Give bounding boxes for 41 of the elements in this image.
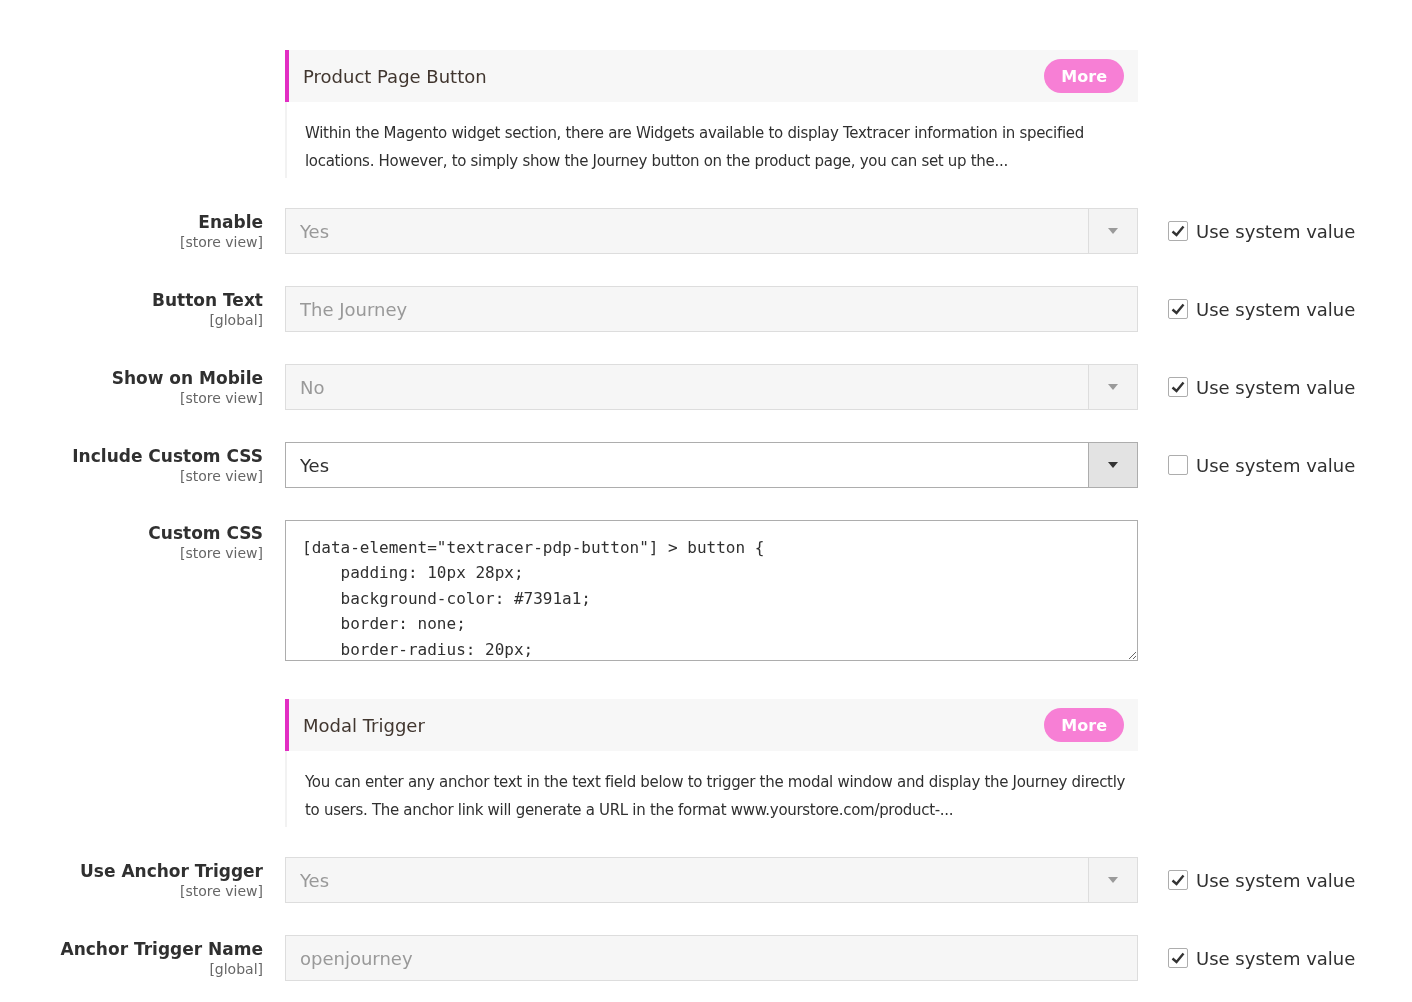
caret-icon (1108, 384, 1118, 390)
use-system-value-checkbox[interactable]: Use system value (1168, 454, 1356, 476)
field-label: Custom CSS (148, 522, 263, 544)
field-label: Anchor Trigger Name (60, 938, 263, 960)
caret-icon (1108, 228, 1118, 234)
field-label: Show on Mobile (111, 367, 263, 389)
scope-label: [store view] (179, 544, 263, 562)
section-title: Product Page Button (303, 65, 487, 87)
section-description: You can enter any anchor text in the text field below to trigger the modal window and display the Journey directly to users. The anchor link will generate a URL in the format www.yourstore.com/product-... (285, 751, 1138, 827)
use-system-value-checkbox[interactable]: Use system value (1168, 220, 1356, 242)
checkmark-icon (1171, 303, 1185, 315)
section-description: Within the Magento widget section, there are Widgets available to display Textracer information in specified locations. However, to simply show the Journey button on the product page, you can set up the... (285, 102, 1138, 178)
field-label: Enable (198, 211, 263, 233)
scope-label: [global] (209, 311, 263, 329)
code-textarea[interactable]: [data-element="textracer-pdp-button"] > button { padding: 10px 28px; background-color: #7391a1; border: none; border-radius: 20px; (285, 520, 1138, 661)
field-label: Include Custom CSS (72, 445, 263, 467)
use-system-value-checkbox[interactable]: Use system value (1168, 869, 1356, 891)
scope-label: [global] (209, 960, 263, 978)
checkbox[interactable] (1168, 455, 1188, 475)
section-title: Modal Trigger (303, 714, 425, 736)
checkmark-icon (1171, 381, 1185, 393)
checkbox[interactable] (1168, 377, 1188, 397)
scope-label: [store view] (179, 467, 263, 485)
checkmark-icon (1171, 952, 1185, 964)
use-system-value-checkbox[interactable]: Use system value (1168, 376, 1356, 398)
field-label: Button Text (152, 289, 263, 311)
checkmark-icon (1171, 225, 1185, 237)
use-system-value-checkbox[interactable]: Use system value (1168, 298, 1356, 320)
caret-icon (1108, 877, 1118, 883)
use-system-value-checkbox[interactable]: Use system value (1168, 947, 1356, 969)
checkbox[interactable] (1168, 221, 1188, 241)
scope-label: [store view] (179, 882, 263, 900)
scope-label: [store view] (179, 389, 263, 407)
field-label: Use Anchor Trigger (80, 860, 263, 882)
checkbox[interactable] (1168, 870, 1188, 890)
checkbox[interactable] (1168, 948, 1188, 968)
checkbox[interactable] (1168, 299, 1188, 319)
scope-label: [store view] (179, 233, 263, 251)
select-dropdown[interactable]: Yes (285, 442, 1138, 488)
caret-icon (1108, 462, 1118, 468)
checkmark-icon (1171, 874, 1185, 886)
